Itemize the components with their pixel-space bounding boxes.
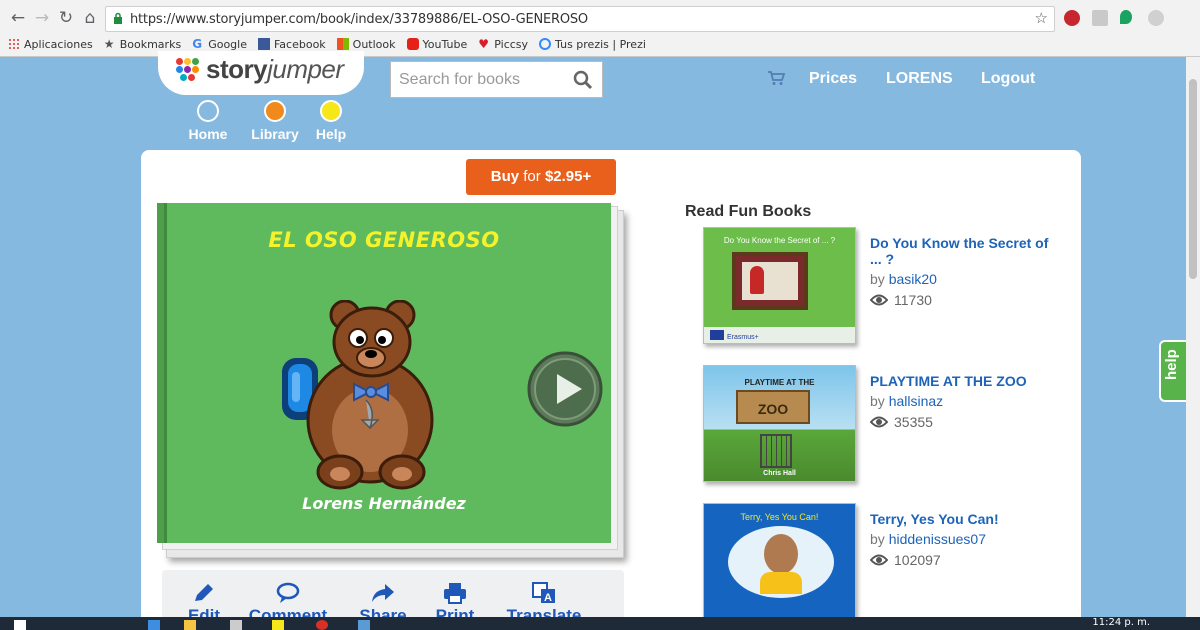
word-icon[interactable] — [358, 620, 370, 630]
chrome-icon[interactable] — [316, 620, 328, 630]
thumbnail-footer: Erasmus+ — [727, 334, 759, 341]
extension-puzzle-icon[interactable] — [1092, 10, 1108, 26]
eye-icon — [870, 294, 888, 306]
edge-icon[interactable] — [148, 620, 160, 630]
recommended-book-byline: by hallsinaz — [870, 393, 944, 409]
evernote-icon[interactable] — [1120, 10, 1132, 24]
view-count: 11730 — [870, 292, 932, 308]
adblock-icon[interactable] — [1064, 10, 1080, 26]
search-input[interactable] — [399, 69, 564, 91]
thumbnail-picture — [728, 526, 834, 598]
thumbnail-picture — [732, 252, 808, 310]
recommended-book-title[interactable]: Terry, Yes You Can! — [870, 511, 1050, 527]
youtube-icon — [406, 38, 419, 50]
eye-icon — [870, 554, 888, 566]
pencil-icon — [195, 584, 213, 601]
scrollbar-thumb[interactable] — [1189, 79, 1197, 279]
store-icon[interactable] — [230, 620, 242, 630]
author-link[interactable]: hiddenissues07 — [889, 531, 986, 547]
prices-link[interactable]: Prices — [809, 70, 857, 88]
translate-icon: A — [532, 582, 555, 604]
prezi-icon — [539, 38, 552, 50]
address-row: ← → ↻ ⌂ https://www.storyjumper.com/book… — [0, 6, 1200, 32]
book-title: EL OSO GENEROSO — [268, 228, 500, 252]
heart-icon: ♥ — [478, 37, 490, 51]
thumbnail-footer: Chris Hall — [763, 470, 796, 477]
eye-icon — [870, 416, 888, 428]
help-nav[interactable]: Help — [313, 100, 349, 142]
recommended-book-title[interactable]: PLAYTIME AT THE ZOO — [870, 373, 1050, 389]
forward-arrow-icon[interactable]: → — [32, 8, 52, 28]
storyjumper-logo[interactable]: storyjumper — [206, 54, 344, 85]
thumbnail-caption: Terry, Yes You Can! — [740, 512, 819, 522]
speech-bubble-icon — [276, 582, 300, 603]
library-nav[interactable]: Library — [248, 100, 302, 142]
bookmark-item[interactable]: Aplicaciones — [8, 35, 93, 53]
lock-icon — [114, 12, 122, 24]
home-nav[interactable]: Home — [186, 100, 230, 142]
account-icon[interactable] — [1148, 10, 1164, 26]
facebook-icon — [257, 38, 270, 50]
eu-flag-icon — [710, 330, 724, 340]
view-count: 102097 — [870, 552, 941, 568]
book-author: Lorens Hernández — [302, 494, 466, 513]
browser-chrome: ← → ↻ ⌂ https://www.storyjumper.com/book… — [0, 0, 1200, 57]
printer-icon — [444, 583, 466, 604]
svg-text:A: A — [544, 592, 552, 604]
library-circle-icon — [264, 100, 286, 122]
taskbar-clock[interactable]: 11:24 p. m. — [1092, 617, 1150, 628]
book-thumbnail[interactable]: PLAYTIME AT THE ZOO Chris Hall — [703, 365, 856, 482]
recommended-book-title[interactable]: Do You Know the Secret of ... ? — [870, 235, 1050, 267]
bookmark-item[interactable]: ♥ Piccsy — [478, 35, 528, 53]
apps-grid-icon — [8, 38, 20, 50]
logout-link[interactable]: Logout — [981, 70, 1035, 88]
logo-dots-icon — [176, 58, 200, 82]
windows-taskbar: 11:24 p. m. — [0, 617, 1200, 630]
help-tab[interactable]: help — [1159, 340, 1189, 402]
author-link[interactable]: hallsinaz — [889, 393, 943, 409]
outlook-icon — [336, 38, 349, 50]
windows-start-icon[interactable] — [14, 620, 26, 630]
search-icon[interactable] — [573, 70, 593, 90]
home-icon[interactable]: ⌂ — [80, 8, 100, 28]
search-box — [390, 61, 603, 98]
home-circle-icon — [197, 100, 219, 122]
page-scrollbar[interactable] — [1186, 57, 1200, 617]
book-spine — [164, 203, 167, 543]
read-fun-books-heading: Read Fun Books — [685, 203, 812, 220]
book-thumbnail[interactable]: Terry, Yes You Can! — [703, 503, 856, 620]
sticky-notes-icon[interactable] — [272, 620, 284, 630]
back-arrow-icon[interactable]: ← — [8, 8, 28, 28]
url-text: https://www.storyjumper.com/book/index/3… — [130, 12, 588, 27]
book-thumbnail[interactable]: Do You Know the Secret of ... ? Erasmus+ — [703, 227, 856, 344]
thumbnail-caption: PLAYTIME AT THE — [744, 378, 815, 387]
play-button-icon[interactable] — [526, 350, 604, 428]
zoo-gate — [760, 434, 792, 468]
reload-icon[interactable]: ↻ — [56, 8, 76, 28]
google-icon: G — [192, 37, 203, 51]
author-link[interactable]: basik20 — [889, 271, 937, 287]
address-bar[interactable]: https://www.storyjumper.com/book/index/3… — [105, 6, 1055, 32]
buy-button[interactable]: Buy for $2.95+ — [466, 159, 616, 195]
recommended-book-byline: by hiddenissues07 — [870, 531, 986, 547]
file-explorer-icon[interactable] — [184, 620, 196, 630]
cart-icon[interactable] — [767, 70, 785, 86]
bookmark-item[interactable]: Tus prezis | Prezi — [539, 35, 646, 53]
star-icon: ★ — [103, 37, 115, 51]
zoo-sign: ZOO — [736, 390, 810, 424]
view-count: 35355 — [870, 414, 933, 430]
help-circle-icon — [320, 100, 342, 122]
bear-illustration — [282, 300, 434, 490]
bookmark-item[interactable]: YouTube — [406, 35, 467, 53]
thumbnail-caption: Do You Know the Secret of ... ? — [723, 236, 836, 245]
user-link[interactable]: LORENS — [886, 70, 953, 88]
share-arrow-icon — [372, 584, 394, 602]
bookmark-star-icon[interactable]: ☆ — [1035, 9, 1048, 27]
recommended-book-byline: by basik20 — [870, 271, 937, 287]
